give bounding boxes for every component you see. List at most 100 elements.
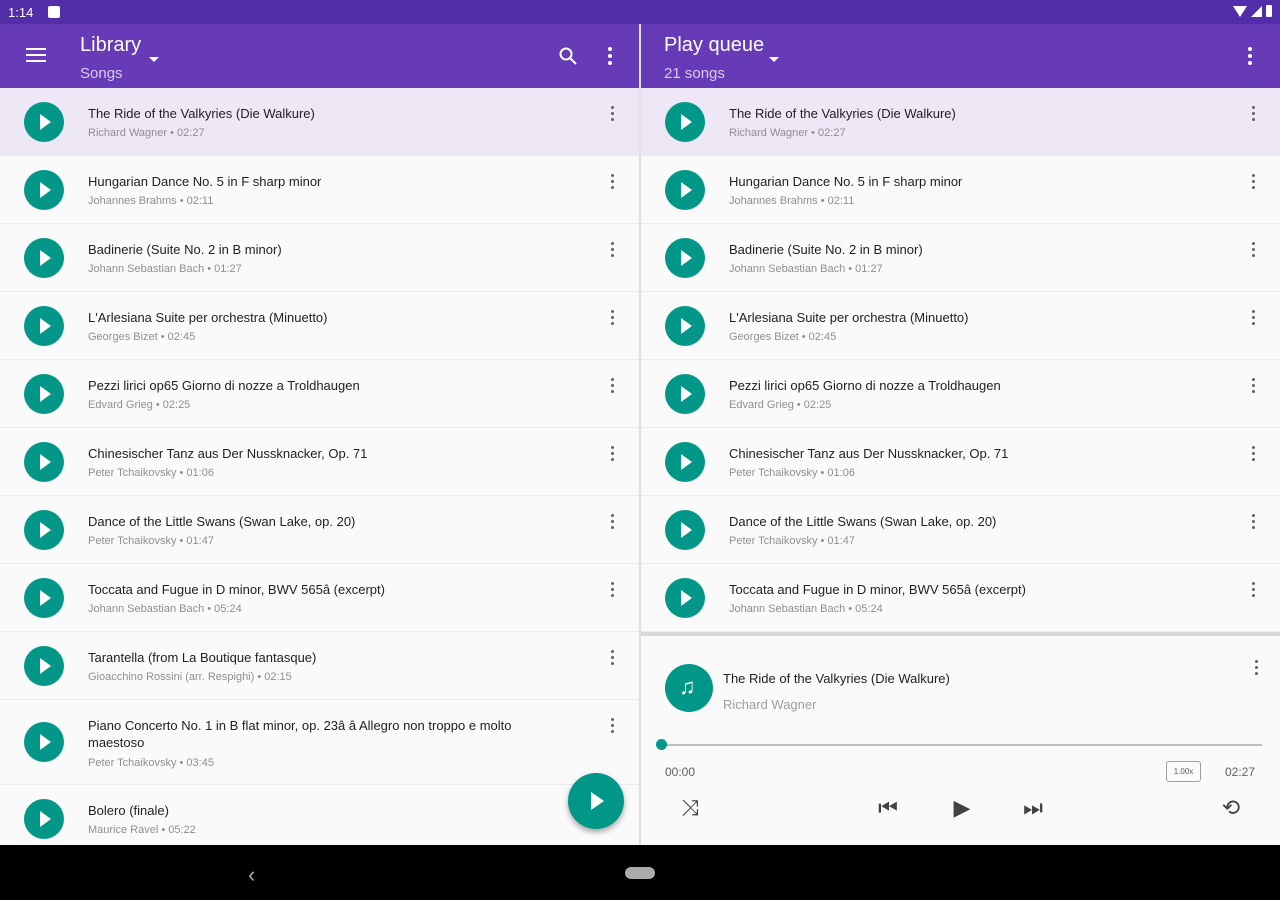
song-title: Toccata and Fugue in D minor, BWV 565â (… [729,582,1026,597]
library-song-row[interactable]: Bolero (finale) Maurice Ravel • 05:22 [0,785,639,845]
repeat-icon[interactable]: ⟲ [1219,796,1243,820]
play-button[interactable] [665,442,705,482]
search-icon[interactable] [559,47,577,65]
song-menu-icon[interactable] [611,582,614,600]
song-title: The Ride of the Valkyries (Die Walkure) [88,106,315,121]
library-dropdown-icon[interactable] [149,57,159,62]
song-menu-icon[interactable] [611,514,614,532]
system-navigation-bar: ‹ [0,845,1280,900]
queue-song-row[interactable]: The Ride of the Valkyries (Die Walkure) R… [641,88,1280,156]
song-menu-icon[interactable] [611,446,614,464]
song-title: Piano Concerto No. 1 in B flat minor, op… [88,718,512,750]
song-menu-icon[interactable] [1252,242,1255,260]
song-menu-icon[interactable] [611,106,614,124]
song-meta: Georges Bizet • 02:45 [88,331,196,343]
previous-icon[interactable]: ⏮ [876,796,900,820]
song-menu-icon[interactable] [1252,514,1255,532]
now-playing-title: The Ride of the Valkyries (Die Walkure) [723,671,950,686]
play-button[interactable] [665,578,705,618]
song-menu-icon[interactable] [611,718,614,736]
queue-song-row[interactable]: Dance of the Little Swans (Swan Lake, op… [641,496,1280,564]
library-song-row[interactable]: The Ride of the Valkyries (Die Walkure) R… [0,88,639,156]
play-button[interactable] [24,170,64,210]
song-title: Pezzi lirici op65 Giorno di nozze a Trol… [729,378,1001,393]
queue-song-row[interactable]: L'Arlesiana Suite per orchestra (Minuett… [641,292,1280,360]
song-title: Badinerie (Suite No. 2 in B minor) [88,242,282,257]
library-overflow-icon[interactable] [608,47,612,65]
play-button[interactable] [665,510,705,550]
play-button[interactable] [665,306,705,346]
queue-subtitle[interactable]: 21 songs [664,65,725,82]
library-song-row[interactable]: Piano Concerto No. 1 in B flat minor, op… [0,700,639,785]
library-toolbar: Library Songs [0,24,639,88]
song-menu-icon[interactable] [1252,378,1255,396]
play-button[interactable] [24,722,64,762]
play-button[interactable] [24,442,64,482]
playback-speed-button[interactable]: 1.00x [1166,761,1201,782]
song-menu-icon[interactable] [611,174,614,192]
play-button[interactable] [24,799,64,839]
library-song-row[interactable]: Chinesischer Tanz aus Der Nussknacker, O… [0,428,639,496]
song-menu-icon[interactable] [611,242,614,260]
play-button[interactable] [24,238,64,278]
song-meta: Maurice Ravel • 05:22 [88,824,196,836]
queue-song-row[interactable]: Toccata and Fugue in D minor, BWV 565â (… [641,564,1280,632]
play-button[interactable] [24,510,64,550]
status-time: 1:14 [8,5,34,20]
song-menu-icon[interactable] [611,650,614,668]
library-subtitle[interactable]: Songs [80,65,123,82]
play-button[interactable] [665,374,705,414]
play-button[interactable] [24,374,64,414]
play-button[interactable] [24,578,64,618]
play-button[interactable] [665,170,705,210]
status-bar: 1:14 [0,0,1280,24]
queue-list[interactable]: The Ride of the Valkyries (Die Walkure) R… [641,88,1280,632]
library-song-row[interactable]: Dance of the Little Swans (Swan Lake, op… [0,496,639,564]
play-button[interactable] [24,306,64,346]
play-button[interactable] [24,646,64,686]
shuffle-icon[interactable]: ⤨ [678,796,702,820]
library-song-row[interactable]: Badinerie (Suite No. 2 in B minor) Johann… [0,224,639,292]
progress-thumb[interactable] [656,739,667,750]
library-list[interactable]: The Ride of the Valkyries (Die Walkure) R… [0,88,639,845]
queue-song-row[interactable]: Pezzi lirici op65 Giorno di nozze a Trol… [641,360,1280,428]
now-playing-panel: The Ride of the Valkyries (Die Walkure) … [641,632,1280,845]
song-menu-icon[interactable] [1252,106,1255,124]
song-menu-icon[interactable] [611,310,614,328]
song-menu-icon[interactable] [1252,446,1255,464]
battery-icon [1266,5,1272,17]
library-title: Library [80,34,142,56]
song-meta: Peter Tchaikovsky • 01:47 [88,535,214,547]
song-meta: Johann Sebastian Bach • 05:24 [729,603,883,615]
queue-overflow-icon[interactable] [1248,47,1252,65]
song-meta: Richard Wagner • 02:27 [729,127,846,139]
hamburger-menu-icon[interactable] [26,48,46,63]
library-song-row[interactable]: Pezzi lirici op65 Giorno di nozze a Trol… [0,360,639,428]
library-song-row[interactable]: L'Arlesiana Suite per orchestra (Minuett… [0,292,639,360]
wifi-icon [1233,5,1247,17]
next-icon[interactable]: ⏭ [1021,796,1045,820]
song-menu-icon[interactable] [1252,310,1255,328]
play-all-fab[interactable] [568,773,624,829]
library-song-row[interactable]: Tarantella (from La Boutique fantasque) G… [0,632,639,700]
song-menu-icon[interactable] [1252,582,1255,600]
song-menu-icon[interactable] [1252,174,1255,192]
library-song-row[interactable]: Hungarian Dance No. 5 in F sharp minor Jo… [0,156,639,224]
play-button[interactable] [665,102,705,142]
play-button[interactable] [665,238,705,278]
song-meta: Peter Tchaikovsky • 03:45 [88,757,214,769]
back-icon[interactable]: ‹ [248,862,255,888]
queue-song-row[interactable]: Badinerie (Suite No. 2 in B minor) Johann… [641,224,1280,292]
queue-dropdown-icon[interactable] [769,57,779,62]
song-menu-icon[interactable] [611,378,614,396]
queue-song-row[interactable]: Chinesischer Tanz aus Der Nussknacker, O… [641,428,1280,496]
library-song-row[interactable]: Toccata and Fugue in D minor, BWV 565â (… [0,564,639,632]
progress-track[interactable] [661,744,1262,746]
play-button[interactable] [24,102,64,142]
home-icon[interactable] [625,867,655,879]
song-meta: Johannes Brahms • 02:11 [88,195,214,207]
song-meta: Edvard Grieg • 02:25 [88,399,191,411]
player-menu-icon[interactable] [1255,660,1258,678]
queue-song-row[interactable]: Hungarian Dance No. 5 in F sharp minor Jo… [641,156,1280,224]
play-icon[interactable]: ▶ [950,796,974,820]
